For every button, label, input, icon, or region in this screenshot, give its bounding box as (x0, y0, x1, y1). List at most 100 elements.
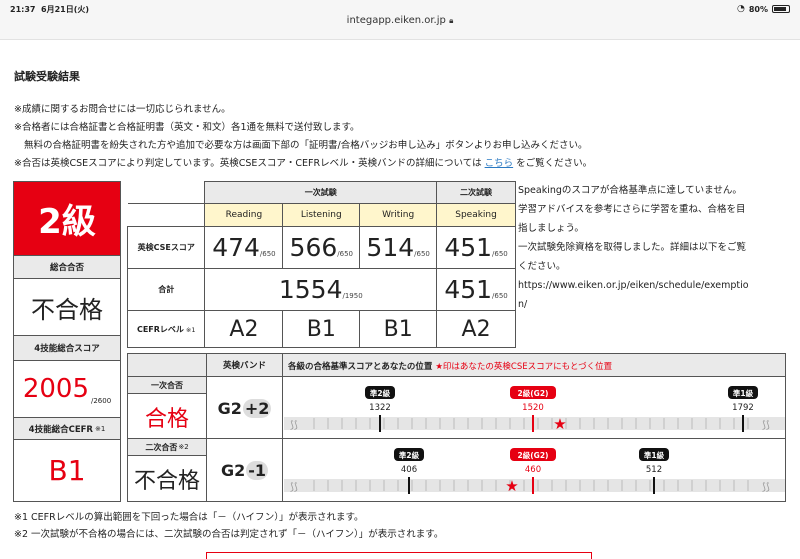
second-stage-total: 451/650 (436, 268, 516, 311)
band-delta: -1 (246, 460, 269, 480)
your-position-star-icon: ★ (505, 477, 518, 495)
cefr-level-label: CEFRレベル ※1 (126, 310, 206, 348)
status-time: 21:37 6月21日(火) (10, 4, 89, 15)
status-bar: 21:37 6月21日(火) integapp.eiken.or.jp 🔒︎ ◔… (0, 0, 800, 40)
marker-grade: 準2級 (399, 450, 420, 460)
speaking-cefr: A2 (436, 310, 516, 348)
score-max: /650 (337, 250, 353, 258)
scale-break-right: ⟆⟆ (762, 482, 770, 493)
marker-score: 1520 (522, 403, 544, 413)
second-band-scale: ⟆⟆ ⟆⟆ 準2級 406 2級(G2) 460 準1級 512 ★ (284, 448, 785, 495)
table-corner (127, 203, 206, 227)
comment-line: 一次試験免除資格を取得しました。詳細は以下をご覧 (518, 242, 747, 253)
url-text: integapp.eiken.or.jp (346, 15, 446, 26)
clock: 21:37 (10, 5, 36, 14)
reading-score: 474/650 (204, 226, 284, 269)
lock-icon: 🔒︎ (449, 16, 454, 25)
score-value: 1554 (278, 275, 343, 304)
scale-break-left: ⟆⟆ (290, 420, 298, 431)
second-result: 二次合否 ※2 不合格 (128, 439, 206, 501)
score-value: 474 (212, 233, 260, 262)
note-line: ※合否は英検CSEスコアにより判定しています。英検CSEスコア・CEFRレベル・… (14, 155, 592, 173)
first-stage-band-row: 一次合否 合格 G2+2 ⟆⟆ ⟆⟆ 準2級 1322 2級(G2) 1520 (128, 377, 785, 439)
first-stage-total: 1554/1950 (204, 268, 438, 311)
band-section: 英検バンド 各級の合格基準スコアとあなたの位置 ★印はあなたの英検CSEスコアに… (127, 353, 786, 502)
speaking-comment: Speakingのスコアが合格基準点に達していません。 学習アドバイスを参考にさ… (518, 181, 786, 314)
total-cefr-label-text: 4技能総合CEFR (28, 424, 93, 435)
marker-score: 1792 (732, 403, 754, 413)
second-band-value: G2 -1 (206, 439, 283, 501)
footnote-mark: ※1 (94, 424, 106, 433)
score-value: 514 (366, 233, 415, 262)
score-value: 451 (444, 233, 493, 262)
band-grade: G2 (220, 460, 246, 480)
marker-score: 460 (525, 465, 541, 475)
cefr-label-text: CEFRレベル (136, 324, 184, 334)
comment-line: 学習アドバイスを参考にさらに学習を重ね、合格を目 (518, 204, 746, 215)
first-result-label: 一次合否 (128, 377, 206, 394)
note-line: ※成績に関するお問合せには一切応じられません。 (14, 104, 231, 115)
scale-break-right: ⟆⟆ (762, 420, 770, 431)
score-max: /1950 (342, 292, 363, 300)
note-text: ※合否は英検CSEスコアにより判定しています。英検CSEスコア・CEFRレベル・… (14, 158, 482, 169)
comment-line: 指しましょう。 (518, 223, 584, 234)
score-max: /650 (414, 250, 430, 258)
your-position-star-icon: ★ (553, 415, 566, 433)
page-title: 試験受験結果 (14, 70, 80, 83)
overall-result-panel: 2級 総合合否 不合格 4技能総合スコア 2005/2600 4技能総合CEFR… (13, 181, 121, 502)
score-max: /650 (259, 250, 276, 258)
notes: ※成績に関するお問合せには一切応じられません。 ※合格者には合格証書と合格証明書… (14, 101, 592, 173)
comment-line: ください。 (518, 261, 566, 272)
footnote-mark: ※2 (178, 443, 189, 451)
comment-line: Speakingのスコアが合格基準点に達していません。 (518, 185, 742, 196)
status-indicators: ◔ 80% (737, 4, 790, 14)
skill-header: Reading (204, 203, 284, 227)
battery-percent: 80% (748, 4, 768, 14)
listening-cefr: B1 (282, 310, 361, 348)
skill-header: Writing (359, 203, 438, 227)
footnote-1: ※1 CEFRレベルの算出範囲を下回った場合は「－（ハイフン）」が表示されます。 (14, 512, 364, 523)
writing-cefr: B1 (359, 310, 438, 348)
exemption-url: n/ (518, 299, 528, 310)
first-band-value: G2 +2 (206, 377, 283, 439)
writing-score: 514/650 (359, 226, 438, 269)
total-label: 合計 (126, 268, 206, 311)
score-table: 一次試験 二次試験 Reading Listening Writing Spea… (126, 181, 516, 348)
total-score-value: 2005 (22, 374, 89, 404)
star-legend: ★印はあなたの英検CSEスコアにもとづく位置 (435, 362, 613, 372)
first-result-value: 合格 (144, 406, 189, 432)
total-score-cell: 2005/2600 (14, 361, 120, 418)
certificate-application-box[interactable] (206, 552, 592, 559)
marker-score: 406 (401, 465, 417, 475)
cse-score-label: 英検CSEスコア (126, 226, 206, 269)
date: 6月21日(火) (41, 5, 90, 14)
skill-header: Speaking (436, 203, 516, 227)
band-header-label: 英検バンド (206, 354, 283, 376)
second-stage-band-row: 二次合否 ※2 不合格 G2 -1 ⟆⟆ ⟆⟆ 準2級 406 2級(G2) 460 (128, 439, 785, 501)
band-scale-title: 各級の合格基準スコアとあなたの位置 (288, 362, 433, 372)
note-line: ※合格者には合格証書と合格証明書（英文・和文）各1通を無料で送付致します。 (14, 122, 360, 133)
table-corner (127, 181, 206, 204)
score-max: /650 (492, 292, 508, 300)
grade-badge: 2級 (14, 182, 120, 256)
band-delta: +2 (242, 398, 272, 418)
marker-score: 512 (646, 465, 662, 475)
first-result: 一次合否 合格 (128, 377, 206, 439)
listening-score: 566/650 (282, 226, 361, 269)
band-grade: G2 (217, 398, 242, 418)
note-text: をご覧ください。 (516, 158, 593, 169)
footnotes: ※1 CEFRレベルの算出範囲を下回った場合は「－（ハイフン）」が表示されます。… (14, 509, 443, 543)
reading-cefr: A2 (204, 310, 284, 348)
first-band-scale: ⟆⟆ ⟆⟆ 準2級 1322 2級(G2) 1520 準1級 1792 ★ (284, 386, 785, 433)
footnote-2: ※2 一次試験が不合格の場合には、二次試験の合否は判定されず「－（ハイフン）」が… (14, 529, 444, 540)
score-value: 451 (444, 275, 493, 304)
second-stage-header: 二次試験 (436, 181, 516, 204)
address-bar[interactable]: integapp.eiken.or.jp 🔒︎ (0, 15, 800, 26)
scale-break-left: ⟆⟆ (290, 482, 298, 493)
exemption-url: https://www.eiken.or.jp/eiken/schedule/e… (518, 280, 749, 291)
details-link[interactable]: こちら (485, 158, 514, 169)
second-result-label: 二次合否 ※2 (128, 439, 206, 456)
overall-result-value: 不合格 (14, 279, 120, 336)
marker-grade: 準2級 (370, 388, 391, 398)
score-value: 566 (289, 233, 338, 262)
